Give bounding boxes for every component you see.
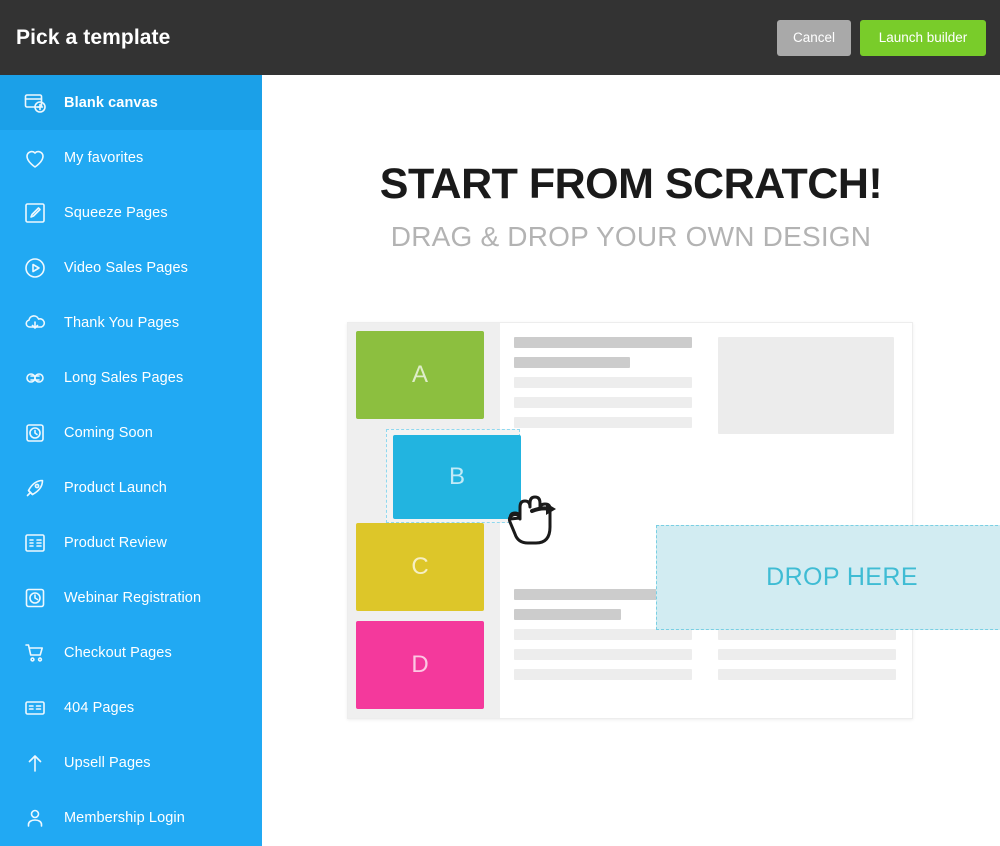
wireframe-block-a[interactable]: A bbox=[356, 331, 484, 419]
wireframe-text-column-top bbox=[514, 337, 692, 437]
template-category-sidebar[interactable]: Blank canvas My favorites Squeeze Pages Vid… bbox=[0, 75, 262, 846]
infinity-icon bbox=[22, 365, 48, 391]
cloud-download-icon bbox=[22, 310, 48, 336]
main-content: START FROM SCRATCH! DRAG & DROP YOUR OWN… bbox=[262, 75, 1000, 846]
app-header: Pick a template Cancel Launch builder bbox=[0, 0, 1000, 75]
header-actions: Cancel Launch builder bbox=[777, 19, 986, 56]
sidebar-item-404-pages[interactable]: 404 Pages bbox=[0, 680, 262, 735]
arrow-up-icon bbox=[22, 750, 48, 776]
sidebar-item-squeeze-pages[interactable]: Squeeze Pages bbox=[0, 185, 262, 240]
sidebar-item-my-favorites[interactable]: My favorites bbox=[0, 130, 262, 185]
wireframe-top-row bbox=[514, 337, 894, 437]
wireframe-block-d[interactable]: D bbox=[356, 621, 484, 709]
sidebar-item-label: Membership Login bbox=[64, 809, 185, 826]
shopping-cart-icon bbox=[22, 640, 48, 666]
hero-subtitle: DRAG & DROP YOUR OWN DESIGN bbox=[390, 221, 872, 252]
placeholder-bar bbox=[718, 649, 896, 660]
sidebar-item-label: Squeeze Pages bbox=[64, 204, 168, 221]
list-layout-icon bbox=[22, 530, 48, 556]
heart-icon bbox=[22, 145, 48, 171]
wireframe-block-c[interactable]: C bbox=[356, 523, 484, 611]
sidebar-item-video-sales-pages[interactable]: Video Sales Pages bbox=[0, 240, 262, 295]
launch-builder-button[interactable]: Launch builder bbox=[860, 19, 986, 56]
sidebar-item-label: Product Launch bbox=[64, 479, 167, 496]
sidebar-item-label: 404 Pages bbox=[64, 699, 135, 716]
sidebar-item-label: Thank You Pages bbox=[64, 314, 180, 331]
sidebar-item-product-launch[interactable]: Product Launch bbox=[0, 460, 262, 515]
sidebar-item-product-review[interactable]: Product Review bbox=[0, 515, 262, 570]
sidebar-item-label: Blank canvas bbox=[64, 94, 158, 111]
webinar-clock-icon bbox=[22, 585, 48, 611]
placeholder-image-box bbox=[718, 337, 894, 434]
broken-page-icon bbox=[22, 695, 48, 721]
clock-icon bbox=[22, 420, 48, 446]
page-title: Pick a template bbox=[16, 25, 171, 49]
sidebar-item-checkout-pages[interactable]: Checkout Pages bbox=[0, 625, 262, 680]
sidebar-item-label: Checkout Pages bbox=[64, 644, 172, 661]
placeholder-bar bbox=[514, 629, 692, 640]
wireframe-left-column: A C D bbox=[348, 323, 520, 718]
drag-hand-cursor-icon bbox=[496, 495, 562, 562]
sidebar-item-label: Product Review bbox=[64, 534, 167, 551]
pencil-square-icon bbox=[22, 200, 48, 226]
cancel-button[interactable]: Cancel bbox=[777, 19, 851, 56]
placeholder-bar bbox=[514, 417, 692, 428]
sidebar-item-long-sales-pages[interactable]: Long Sales Pages bbox=[0, 350, 262, 405]
placeholder-bar bbox=[514, 357, 630, 368]
sidebar-item-thank-you-pages[interactable]: Thank You Pages bbox=[0, 295, 262, 350]
sidebar-item-label: Coming Soon bbox=[64, 424, 153, 441]
placeholder-bar bbox=[718, 629, 896, 640]
play-circle-icon bbox=[22, 255, 48, 281]
sidebar-item-label: Upsell Pages bbox=[64, 754, 151, 771]
placeholder-bar bbox=[514, 669, 692, 680]
template-picker-screen: Pick a template Cancel Launch builder Bl… bbox=[0, 0, 1000, 846]
hero-title: START FROM SCRATCH! bbox=[379, 160, 883, 208]
placeholder-bar bbox=[514, 609, 621, 620]
placeholder-bar bbox=[514, 377, 692, 388]
sidebar-item-blank-canvas[interactable]: Blank canvas bbox=[0, 75, 262, 130]
sidebar-item-webinar-registration[interactable]: Webinar Registration bbox=[0, 570, 262, 625]
sidebar-item-label: My favorites bbox=[64, 149, 144, 166]
rocket-icon bbox=[22, 475, 48, 501]
hero-section: START FROM SCRATCH! DRAG & DROP YOUR OWN… bbox=[262, 75, 1000, 251]
blank-canvas-icon bbox=[22, 90, 48, 116]
sidebar-item-membership-login[interactable]: Membership Login bbox=[0, 790, 262, 845]
sidebar-item-upsell-pages[interactable]: Upsell Pages bbox=[0, 735, 262, 790]
sidebar-item-label: Webinar Registration bbox=[64, 589, 202, 606]
drop-zone[interactable]: DROP HERE bbox=[656, 525, 1000, 630]
sidebar-item-coming-soon[interactable]: Coming Soon bbox=[0, 405, 262, 460]
placeholder-bar bbox=[514, 397, 692, 408]
placeholder-bar bbox=[718, 669, 896, 680]
placeholder-bar bbox=[514, 649, 692, 660]
sidebar-item-label: Video Sales Pages bbox=[64, 259, 188, 276]
sidebar-item-label: Long Sales Pages bbox=[64, 369, 184, 386]
member-person-icon bbox=[22, 805, 48, 831]
wireframe-preview: A C D DROP HERE B bbox=[347, 322, 1000, 719]
placeholder-bar bbox=[514, 337, 692, 348]
